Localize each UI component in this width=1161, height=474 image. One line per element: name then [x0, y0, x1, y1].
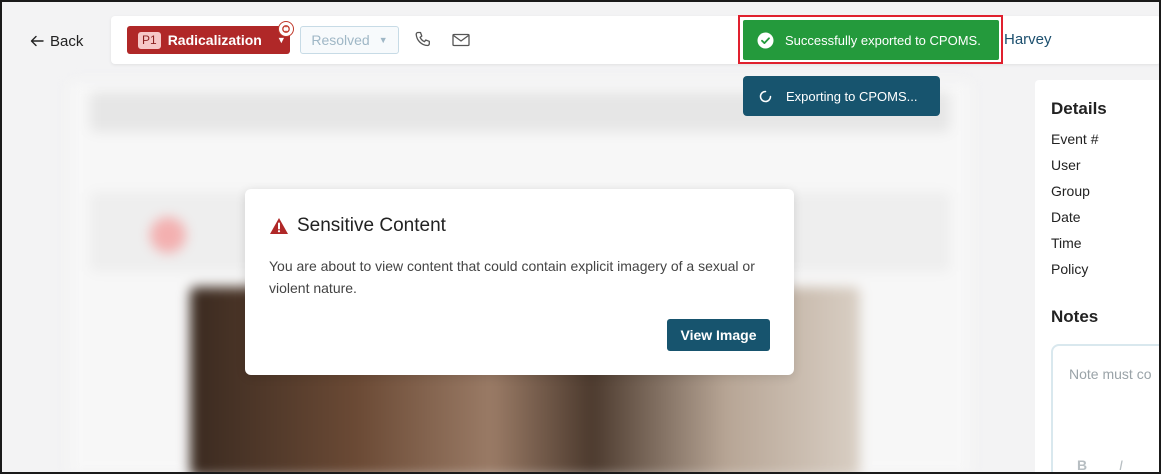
back-button[interactable]: Back — [30, 30, 83, 52]
note-input[interactable]: Note must co B I — [1051, 344, 1161, 474]
event-toolbar: P1 Radicalization ▼ Resolved ▼ Harvey — [111, 16, 1161, 64]
phone-icon[interactable] — [413, 30, 433, 50]
category-edit-badge-icon[interactable] — [278, 21, 294, 37]
modal-body-text: You are about to view content that could… — [269, 258, 755, 296]
detail-label-group: Group — [1051, 183, 1090, 199]
view-image-button[interactable]: View Image — [667, 319, 770, 351]
bold-button[interactable]: B — [1077, 457, 1087, 473]
back-label: Back — [50, 32, 84, 50]
status-label: Resolved — [311, 32, 370, 48]
modal-title-text: Sensitive Content — [297, 215, 446, 236]
category-dropdown[interactable]: P1 Radicalization ▼ — [127, 26, 290, 54]
details-panel: Details Event # User Group Date Time Pol… — [1035, 80, 1161, 474]
user-name-link[interactable]: Harvey — [1004, 31, 1052, 48]
notes-heading: Notes — [1051, 307, 1099, 326]
detail-label-event: Event # — [1051, 131, 1099, 147]
category-label: Radicalization — [167, 32, 262, 48]
priority-badge: P1 — [138, 31, 161, 49]
modal-title: Sensitive Content — [269, 215, 446, 237]
mail-icon[interactable] — [451, 30, 471, 50]
arrow-left-icon — [30, 35, 44, 47]
details-heading: Details — [1051, 99, 1107, 118]
export-progress-toast: Exporting to CPOMS... — [743, 76, 940, 116]
blurred-avatar — [150, 217, 186, 253]
detail-label-policy: Policy — [1051, 261, 1089, 277]
sensitive-content-modal: Sensitive Content You are about to view … — [245, 189, 794, 375]
export-progress-text: Exporting to CPOMS... — [786, 88, 918, 104]
check-circle-icon — [757, 32, 774, 48]
detail-label-user: User — [1051, 157, 1081, 173]
note-placeholder: Note must co — [1069, 366, 1152, 382]
warning-icon — [270, 218, 288, 234]
italic-button[interactable]: I — [1119, 457, 1123, 473]
caret-down-icon: ▼ — [378, 35, 388, 45]
detail-label-date: Date — [1051, 209, 1081, 225]
success-toast-text: Successfully exported to CPOMS. — [785, 32, 981, 48]
detail-label-time: Time — [1051, 235, 1082, 251]
spinner-icon — [759, 90, 772, 102]
success-toast: Successfully exported to CPOMS. — [743, 20, 999, 60]
status-dropdown[interactable]: Resolved ▼ — [300, 26, 399, 54]
